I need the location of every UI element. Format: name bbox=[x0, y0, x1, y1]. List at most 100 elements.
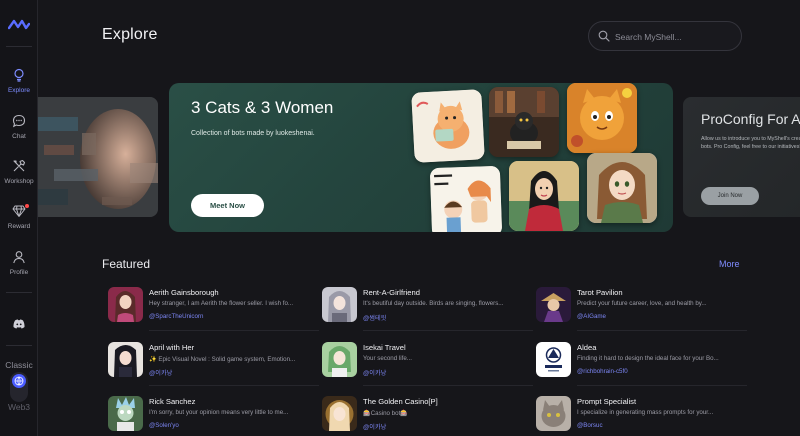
bot-description: Finding it hard to design the ideal face… bbox=[577, 355, 719, 362]
bot-name: Rick Sanchez bbox=[149, 397, 196, 406]
bot-name: Prompt Specialist bbox=[577, 397, 637, 406]
bot-name: Aerith Gainsborough bbox=[149, 288, 219, 297]
banner-next-description: Allow us to introduce you to MyShell's c… bbox=[701, 136, 800, 150]
sidebar-item-label: Reward bbox=[7, 223, 31, 230]
item-divider bbox=[577, 330, 747, 331]
bot-avatar-image bbox=[536, 396, 571, 431]
woman-bot-card-image[interactable] bbox=[509, 161, 579, 231]
bot-avatar-image bbox=[108, 342, 143, 377]
bot-list-item[interactable]: Rick Sanchez I'm sorry, but your opinion… bbox=[108, 396, 308, 436]
bot-description: Hey stranger, I am Aerith the flower sel… bbox=[149, 300, 294, 307]
woman-bot-card-image[interactable] bbox=[587, 153, 657, 223]
bot-description: 🎰Casino bot🎰 bbox=[363, 410, 408, 417]
sidebar-divider bbox=[6, 345, 32, 346]
sidebar: Explore Chat Workshop Reward Profile Cla… bbox=[0, 0, 38, 436]
explore-icon bbox=[14, 68, 24, 82]
cat-bot-card-image[interactable] bbox=[411, 89, 485, 163]
item-divider bbox=[149, 385, 319, 386]
bot-name: The Golden Casino[P] bbox=[363, 397, 438, 406]
bot-list-item[interactable]: Aerith Gainsborough Hey stranger, I am A… bbox=[108, 287, 319, 333]
bot-description: Your second life... bbox=[363, 355, 412, 362]
bot-author[interactable]: @SparcTheUnicorn bbox=[149, 313, 203, 320]
bot-list-item[interactable]: Isekai Travel Your second life... @이카낭 bbox=[322, 342, 533, 388]
bot-avatar-image bbox=[536, 287, 571, 322]
bot-list-item[interactable]: Tarot Pavilion Predict your future caree… bbox=[536, 287, 747, 333]
bot-description: ✨ Epic Visual Novel : Solid game system,… bbox=[149, 356, 296, 363]
bot-name: Isekai Travel bbox=[363, 343, 406, 352]
search-box[interactable] bbox=[588, 21, 742, 51]
cat-bot-card-image[interactable] bbox=[489, 87, 559, 157]
sidebar-item-label: Chat bbox=[12, 133, 26, 140]
profile-icon bbox=[13, 251, 25, 264]
meet-now-button[interactable]: Meet Now bbox=[191, 194, 264, 217]
bot-author[interactable]: @이카낭 bbox=[149, 368, 172, 377]
sidebar-item-explore[interactable]: Explore bbox=[0, 68, 38, 94]
workshop-icon bbox=[13, 159, 26, 172]
banner-slide-next[interactable]: ProConfig For A Allow us to introduce yo… bbox=[683, 97, 800, 217]
bot-author[interactable]: @이카낭 bbox=[363, 422, 386, 431]
mode-web3-label: Web3 bbox=[7, 402, 31, 412]
mode-classic-label: Classic bbox=[5, 360, 33, 370]
bot-description: I'm sorry, but your opinion means very l… bbox=[149, 409, 289, 416]
featured-banner[interactable]: 3 Cats & 3 Women Collection of bots made… bbox=[169, 83, 673, 232]
bot-list-item[interactable]: April with Her ✨ Epic Visual Novel : Sol… bbox=[108, 342, 319, 388]
more-link[interactable]: More bbox=[719, 259, 740, 269]
bot-description: Predict your future career, love, and he… bbox=[577, 300, 707, 307]
page-title: Explore bbox=[102, 26, 158, 43]
bot-list-item[interactable]: The Golden Casino[P] 🎰Casino bot🎰 @이카낭 bbox=[322, 396, 522, 436]
bot-author[interactable]: @Borsuc bbox=[577, 422, 603, 429]
woman-bot-card-image[interactable] bbox=[429, 165, 503, 232]
bot-avatar-image bbox=[108, 287, 143, 322]
bot-list-item[interactable]: Rent-A-Girlfriend It's beutiful day outs… bbox=[322, 287, 533, 333]
sidebar-item-label: Profile bbox=[9, 269, 29, 276]
sidebar-item-profile[interactable]: Profile bbox=[0, 250, 38, 276]
banner-next-title: ProConfig For A bbox=[701, 111, 800, 127]
sidebar-item-chat[interactable]: Chat bbox=[0, 114, 38, 140]
bot-list-item[interactable]: Aldea Finding it hard to design the idea… bbox=[536, 342, 747, 388]
banner-slide-previous[interactable] bbox=[38, 97, 158, 217]
item-divider bbox=[149, 330, 319, 331]
item-divider bbox=[363, 385, 533, 386]
discord-icon bbox=[13, 319, 25, 329]
search-input[interactable] bbox=[615, 28, 735, 46]
item-divider bbox=[363, 330, 533, 331]
bot-avatar-image bbox=[108, 396, 143, 431]
banner-artwork-image bbox=[38, 97, 158, 217]
bot-list-item[interactable]: Prompt Specialist I specialize in genera… bbox=[536, 396, 736, 436]
sidebar-divider bbox=[6, 46, 32, 47]
bot-name: Rent-A-Girlfriend bbox=[363, 288, 420, 297]
reward-icon bbox=[12, 205, 26, 217]
bot-avatar-image bbox=[322, 342, 357, 377]
bot-author[interactable]: @AIGame bbox=[577, 313, 606, 320]
join-now-button[interactable]: Join Now bbox=[701, 187, 759, 205]
mode-toggle[interactable] bbox=[10, 372, 28, 402]
sidebar-item-reward[interactable]: Reward bbox=[0, 204, 38, 230]
cat-bot-card-image[interactable] bbox=[567, 83, 637, 153]
search-icon bbox=[598, 30, 610, 42]
notification-dot bbox=[25, 204, 29, 208]
globe-icon bbox=[12, 374, 26, 388]
chat-icon bbox=[12, 114, 26, 128]
item-divider bbox=[577, 385, 747, 386]
bot-avatar-image bbox=[322, 287, 357, 322]
discord-link[interactable] bbox=[0, 317, 38, 331]
featured-title: Featured bbox=[102, 257, 151, 271]
bot-author[interactable]: @richbohrain-c5f0 bbox=[577, 368, 628, 375]
bot-avatar-image bbox=[322, 396, 357, 431]
sidebar-item-workshop[interactable]: Workshop bbox=[0, 159, 38, 185]
bot-author[interactable]: @썸테읫 bbox=[363, 313, 386, 322]
sidebar-item-label: Explore bbox=[7, 87, 31, 94]
banner-subtitle: Collection of bots made by luokeshenai. bbox=[191, 130, 315, 137]
bot-author[interactable]: @Solen'yo bbox=[149, 422, 179, 429]
bot-avatar-image bbox=[536, 342, 571, 377]
bot-name: April with Her bbox=[149, 343, 195, 352]
bot-author[interactable]: @이카낭 bbox=[363, 368, 386, 377]
sidebar-divider bbox=[6, 292, 32, 293]
banner-title: 3 Cats & 3 Women bbox=[191, 98, 334, 117]
bot-name: Aldea bbox=[577, 343, 597, 352]
bot-description: It's beutiful day outside. Birds are sin… bbox=[363, 300, 504, 307]
sidebar-item-label: Workshop bbox=[4, 178, 34, 185]
bot-name: Tarot Pavilion bbox=[577, 288, 623, 297]
myshell-logo-icon[interactable] bbox=[8, 18, 30, 32]
bot-description: I specialize in generating mass prompts … bbox=[577, 409, 714, 416]
